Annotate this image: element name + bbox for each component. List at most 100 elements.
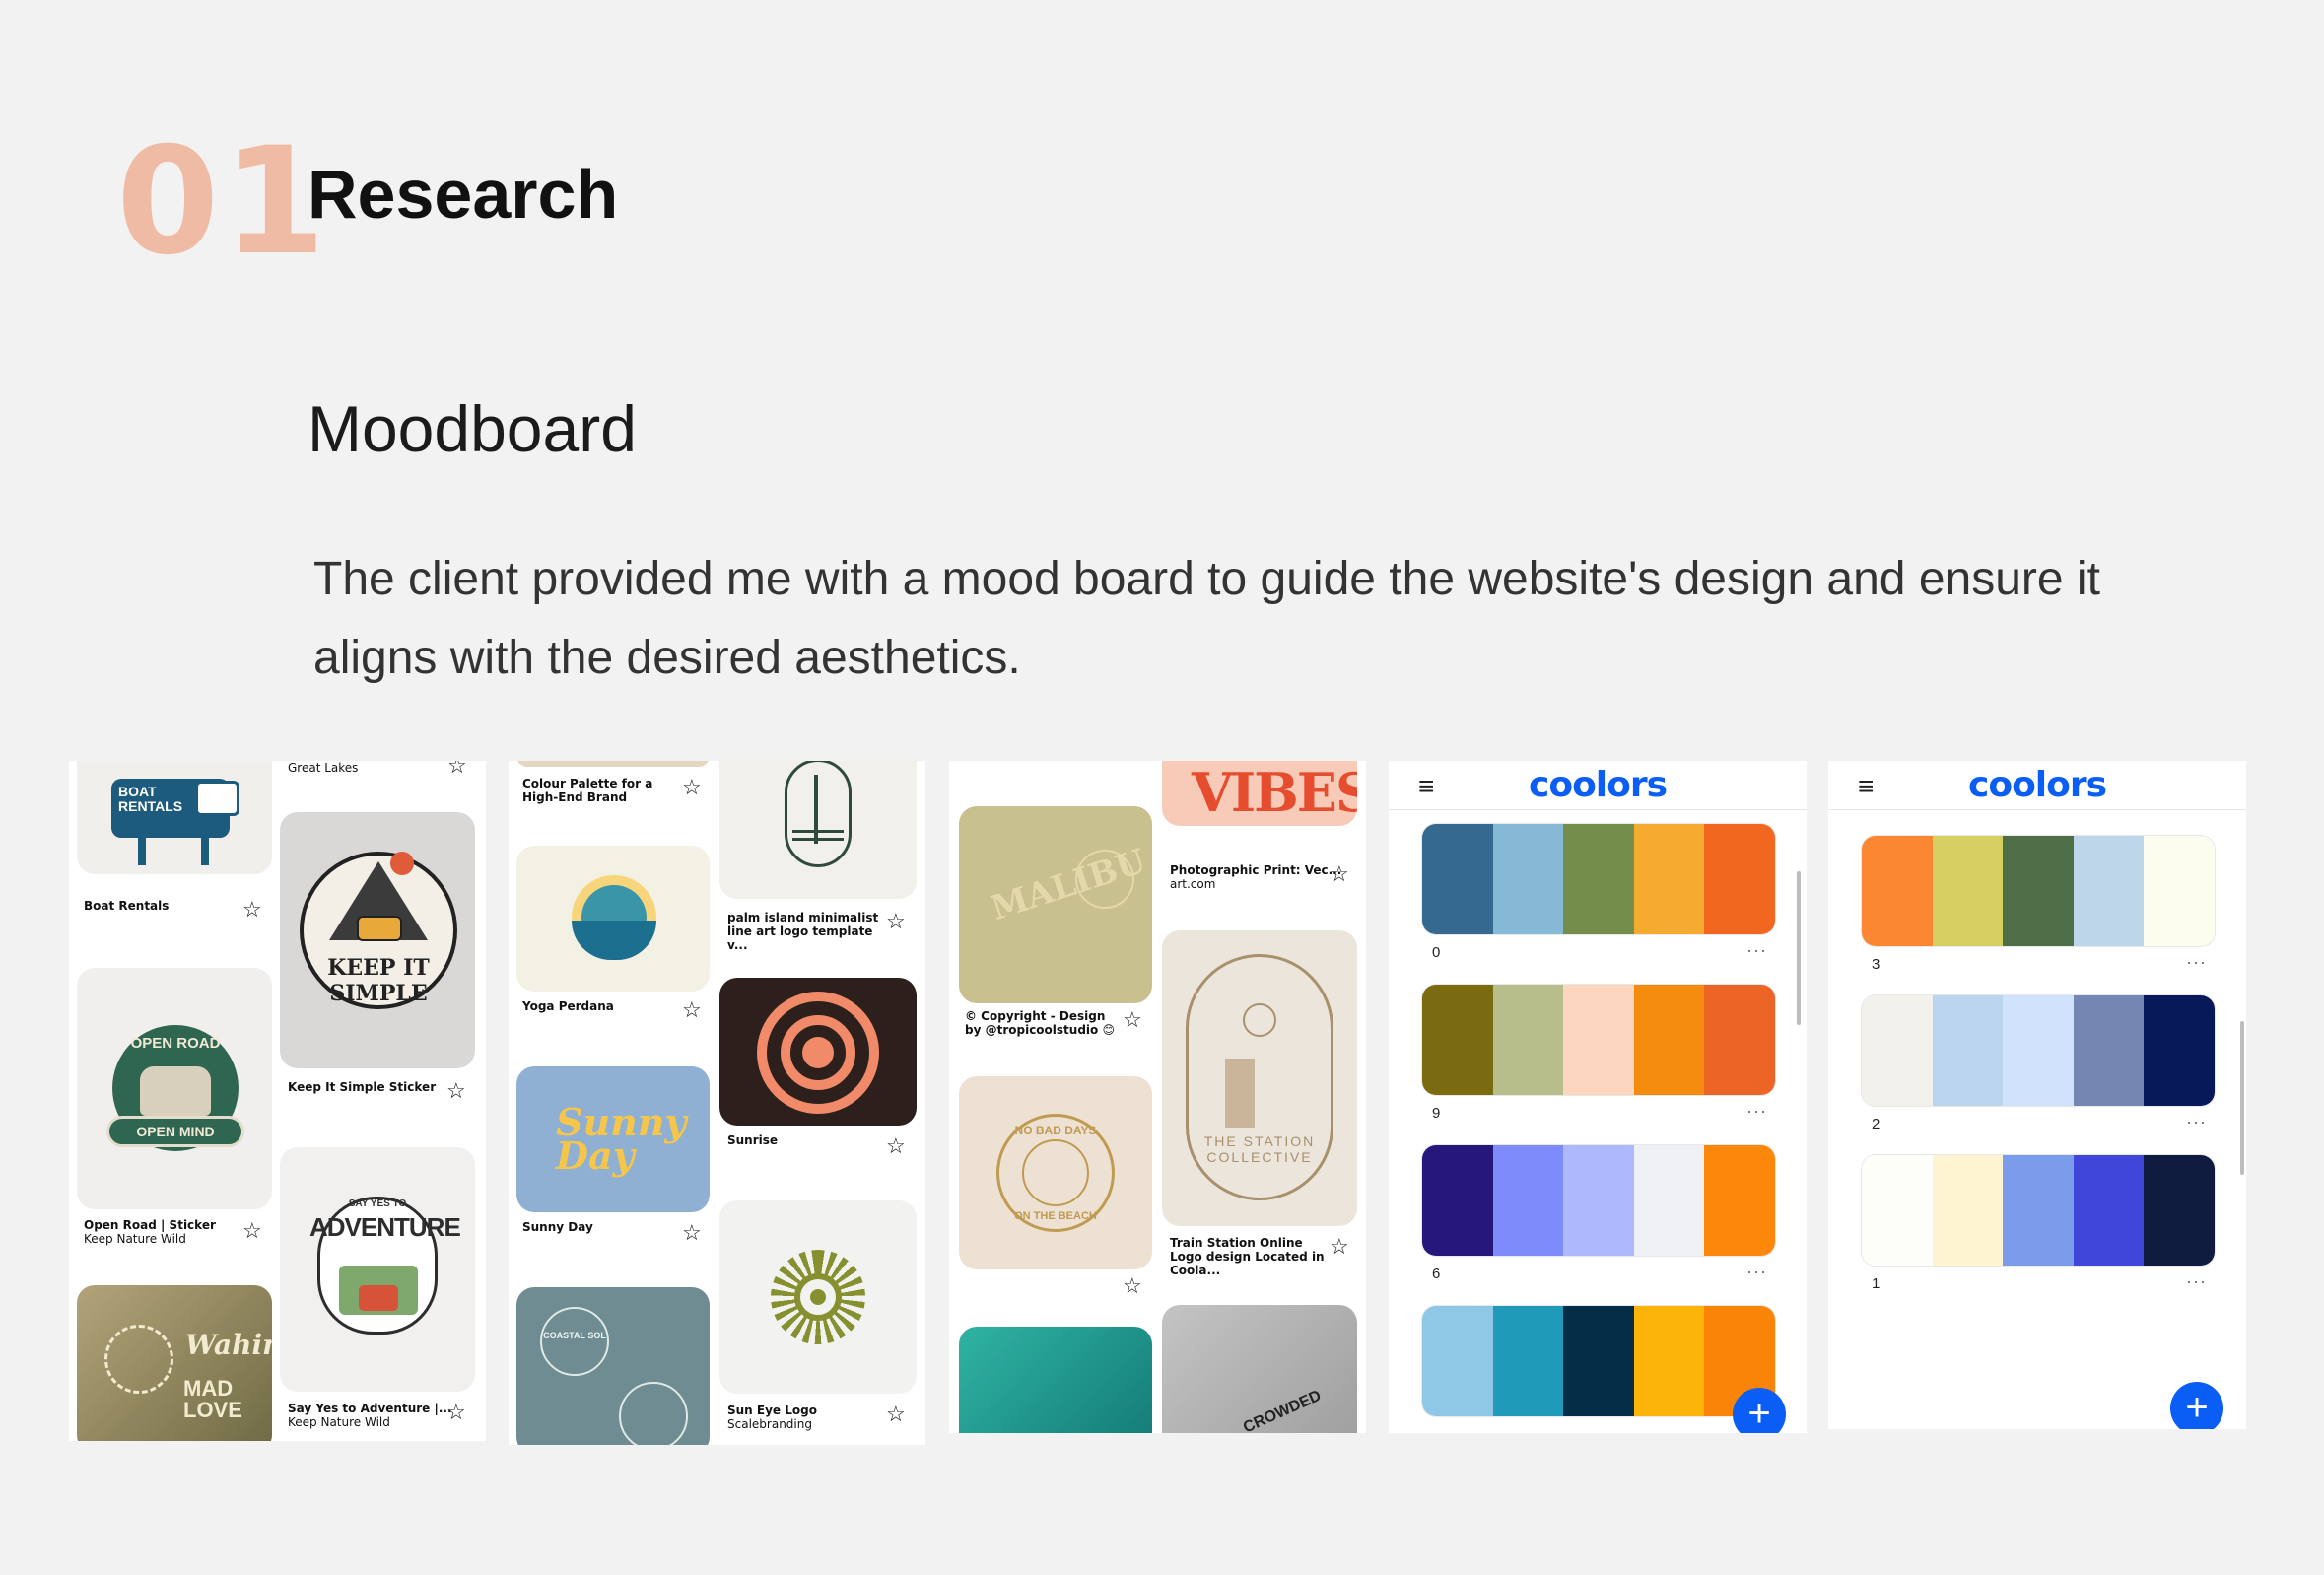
save-star-icon[interactable]: ☆ (242, 1220, 262, 1242)
save-star-icon[interactable]: ☆ (447, 761, 467, 777)
boat-rentals-card[interactable]: BOAT RENTALS (77, 761, 272, 874)
scrollbar[interactable] (1797, 871, 1801, 1025)
color-palette[interactable] (1862, 836, 2215, 946)
color-swatch[interactable] (1862, 1155, 1933, 1266)
scrollbar[interactable] (2240, 1021, 2244, 1175)
save-star-icon[interactable]: ☆ (886, 911, 906, 932)
station-collective-card[interactable]: THE STATION COLLECTIVE (1162, 930, 1357, 1226)
menu-icon[interactable]: ≡ (1418, 771, 1434, 802)
color-swatch[interactable] (1563, 1306, 1634, 1416)
color-swatch[interactable] (2073, 836, 2145, 946)
more-options-icon[interactable]: ··· (2186, 952, 2207, 973)
color-swatch[interactable] (1492, 1145, 1564, 1256)
ocean-photo-card[interactable] (959, 1327, 1152, 1433)
more-options-icon[interactable]: ··· (2186, 1112, 2207, 1132)
coastal-sol-card[interactable]: COASTAL SOL (516, 1287, 710, 1445)
yoga-perdana-card[interactable] (516, 846, 710, 992)
caption-sub: Keep Nature Wild (84, 1232, 186, 1246)
color-swatch[interactable] (1422, 1145, 1493, 1256)
color-swatch[interactable] (1704, 1145, 1775, 1256)
open-road-card[interactable]: OPEN ROAD OPEN MIND (77, 968, 272, 1209)
menu-icon[interactable]: ≡ (1858, 771, 1874, 802)
sand-photo-card[interactable]: CROWDED (1162, 1305, 1357, 1433)
more-options-icon[interactable]: ··· (1746, 1101, 1767, 1122)
moodboard-panel-2: Colour Palette for a High-End Brand ☆ pa… (509, 761, 925, 1445)
color-swatch[interactable] (1563, 985, 1634, 1095)
save-star-icon[interactable]: ☆ (886, 1404, 906, 1425)
color-swatch[interactable] (1932, 1155, 2004, 1266)
coolors-header: ≡ coolors (1389, 761, 1807, 810)
more-options-icon[interactable]: ··· (1746, 1262, 1767, 1282)
color-swatch[interactable] (1422, 1306, 1493, 1416)
color-swatch[interactable] (1932, 995, 2004, 1106)
color-palette[interactable] (1422, 1145, 1775, 1256)
color-palette[interactable] (1422, 985, 1775, 1095)
color-swatch[interactable] (1563, 824, 1634, 934)
save-star-icon[interactable]: ☆ (446, 1080, 466, 1102)
color-swatch[interactable] (2073, 995, 2145, 1106)
color-swatch[interactable] (1932, 836, 2004, 946)
palette-card[interactable] (516, 761, 710, 767)
coolors-panel-2: ≡ coolors 3 ··· 2 ··· 1 ··· + (1828, 761, 2246, 1429)
card-caption: Say Yes to Adventure |... Keep Nature Wi… (288, 1402, 452, 1429)
color-swatch[interactable] (1862, 995, 1933, 1106)
color-swatch[interactable] (1422, 824, 1493, 934)
vibes-card[interactable]: VIBES (1162, 761, 1357, 826)
add-palette-button[interactable]: + (1733, 1388, 1786, 1433)
color-swatch[interactable] (1862, 836, 1933, 946)
color-swatch[interactable] (2144, 995, 2215, 1106)
color-swatch[interactable] (2073, 1155, 2145, 1266)
save-star-icon[interactable]: ☆ (1330, 1236, 1349, 1258)
card-caption: Photographic Print: Vec... art.com (1170, 863, 1341, 891)
color-swatch[interactable] (1633, 985, 1705, 1095)
sunny-day-card[interactable]: Sunny Day (516, 1066, 710, 1212)
color-palette[interactable] (1422, 1306, 1775, 1416)
palm-island-card[interactable] (719, 761, 917, 899)
sunrise-card[interactable] (719, 978, 917, 1126)
color-swatch[interactable] (1633, 1145, 1705, 1256)
color-swatch[interactable] (2144, 836, 2215, 946)
adventure-card[interactable]: SAY YES TO ADVENTURE (280, 1147, 475, 1392)
caption-sub: Scalebranding (727, 1417, 812, 1431)
color-swatch[interactable] (2003, 995, 2074, 1106)
save-star-icon[interactable]: ☆ (1330, 863, 1349, 885)
save-star-icon[interactable]: ☆ (242, 899, 262, 921)
color-swatch[interactable] (2144, 1155, 2215, 1266)
more-options-icon[interactable]: ··· (2186, 1271, 2207, 1292)
more-options-icon[interactable]: ··· (1746, 940, 1767, 961)
keep-it-simple-card[interactable]: KEEP IT SIMPLE (280, 812, 475, 1068)
color-swatch[interactable] (1633, 824, 1705, 934)
card-caption: Sun Eye Logo Scalebranding (727, 1404, 817, 1431)
color-swatch[interactable] (1492, 824, 1564, 934)
color-swatch[interactable] (2003, 1155, 2074, 1266)
add-palette-button[interactable]: + (2170, 1382, 2223, 1429)
save-star-icon[interactable]: ☆ (446, 1402, 466, 1423)
save-star-icon[interactable]: ☆ (682, 999, 702, 1021)
save-star-icon[interactable]: ☆ (682, 777, 702, 798)
color-swatch[interactable] (1633, 1306, 1705, 1416)
malibu-card[interactable]: MALIBU (959, 806, 1152, 1003)
palette-label: 1 (1872, 1275, 1880, 1292)
save-star-icon[interactable]: ☆ (1123, 1275, 1142, 1297)
color-swatch[interactable] (1704, 824, 1775, 934)
card-caption: Boat Rentals (84, 899, 170, 913)
color-palette[interactable] (1862, 1155, 2215, 1266)
no-bad-days-card[interactable]: NO BAD DAYS ON THE BEACH (959, 1076, 1152, 1269)
save-star-icon[interactable]: ☆ (682, 1222, 702, 1244)
color-swatch[interactable] (1492, 1306, 1564, 1416)
save-star-icon[interactable]: ☆ (886, 1135, 906, 1157)
card-caption: palm island minimalist line art logo tem… (727, 911, 879, 952)
color-swatch[interactable] (1563, 1145, 1634, 1256)
sun-eye-card[interactable] (719, 1200, 917, 1394)
save-star-icon[interactable]: ☆ (1123, 1009, 1142, 1031)
color-swatch[interactable] (1422, 985, 1493, 1095)
color-palette[interactable] (1862, 995, 2215, 1106)
sticker-text: KEEP IT SIMPLE (327, 955, 430, 1006)
color-swatch[interactable] (1492, 985, 1564, 1095)
poster-text: MAD LOVE (183, 1376, 242, 1422)
color-swatch[interactable] (2003, 836, 2074, 946)
color-palette[interactable] (1422, 824, 1775, 934)
boat-sign-text: RENTALS (118, 798, 183, 814)
wahine-poster-card[interactable]: Wahine MAD LOVE (77, 1285, 272, 1441)
color-swatch[interactable] (1704, 985, 1775, 1095)
